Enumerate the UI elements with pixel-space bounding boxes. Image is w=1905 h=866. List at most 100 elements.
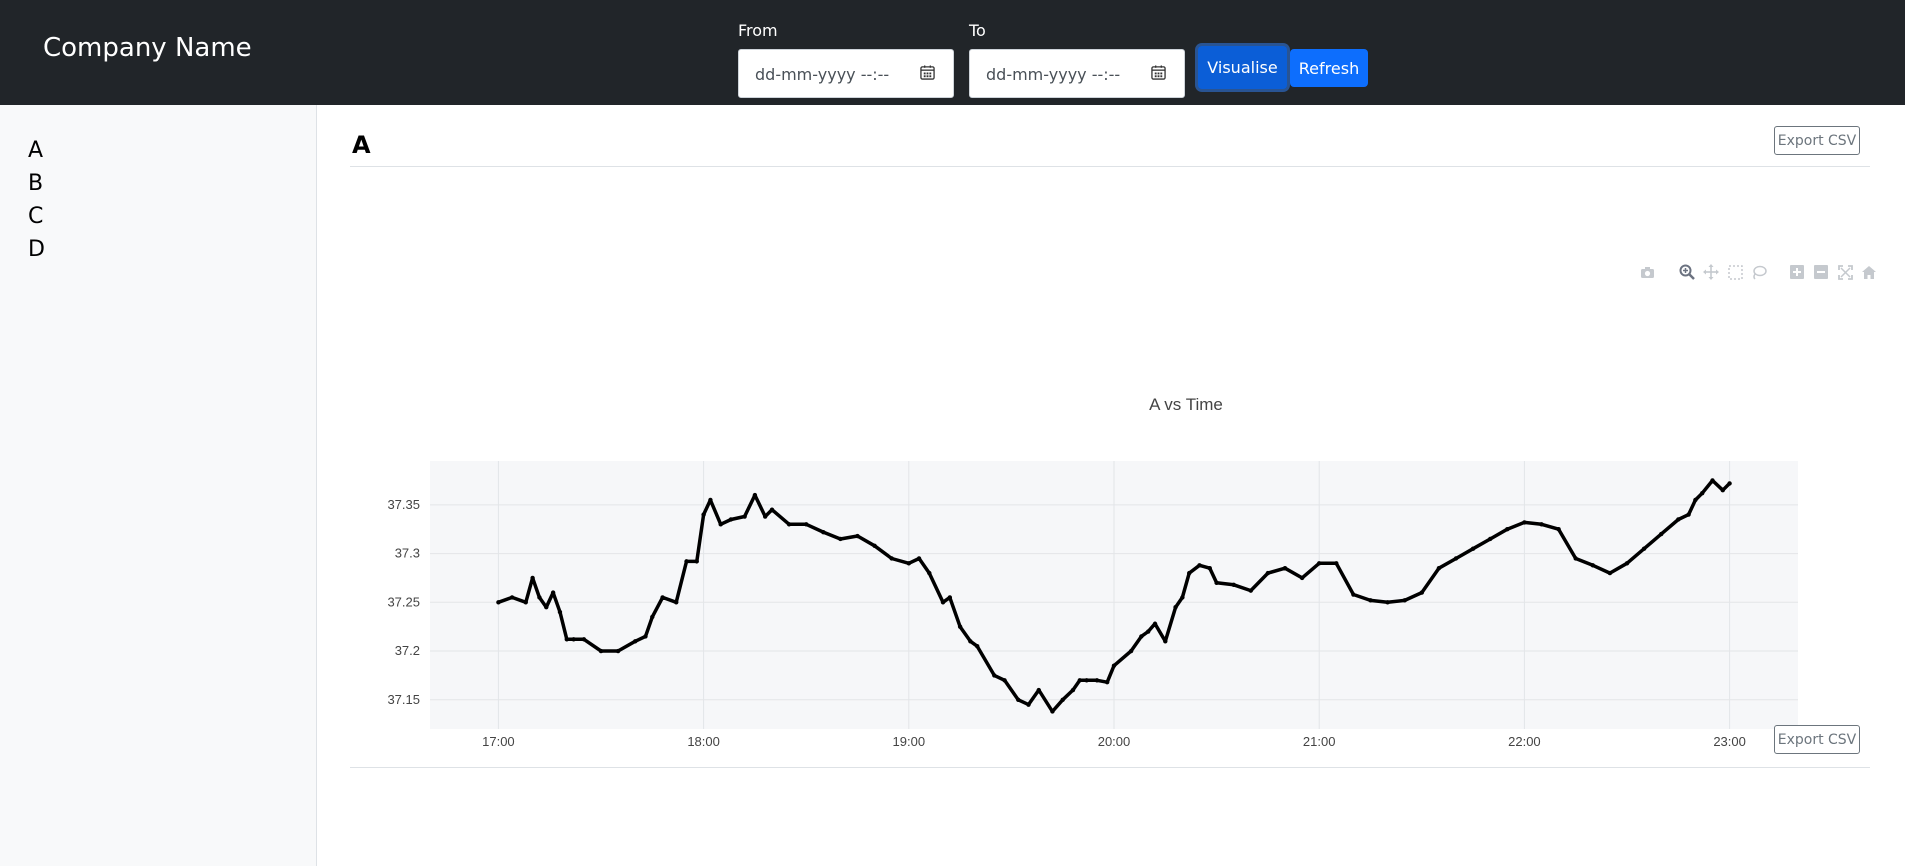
data-point[interactable]: [1248, 588, 1253, 593]
data-point[interactable]: [838, 536, 843, 542]
data-point[interactable]: [1402, 598, 1407, 603]
data-point[interactable]: [1453, 556, 1459, 561]
data-point[interactable]: [940, 600, 946, 605]
data-point[interactable]: [1641, 546, 1647, 551]
to-date-input[interactable]: dd-mm-yyyy --:--: [969, 49, 1185, 98]
calendar-icon[interactable]: [1151, 65, 1166, 80]
data-point[interactable]: [571, 637, 576, 642]
data-point[interactable]: [694, 559, 699, 564]
data-point[interactable]: [1539, 522, 1544, 527]
data-point[interactable]: [1197, 563, 1202, 568]
zoom-icon[interactable]: [1678, 263, 1696, 281]
data-point[interactable]: [674, 600, 679, 605]
data-point[interactable]: [684, 559, 689, 564]
box-select-icon[interactable]: [1726, 263, 1744, 281]
data-point[interactable]: [1104, 680, 1110, 685]
data-point[interactable]: [615, 648, 621, 654]
data-point[interactable]: [1573, 556, 1578, 561]
data-point[interactable]: [1002, 678, 1007, 683]
data-point[interactable]: [537, 595, 542, 600]
refresh-button[interactable]: Refresh: [1290, 49, 1368, 87]
data-point[interactable]: [742, 514, 747, 519]
data-point[interactable]: [769, 507, 775, 512]
data-point[interactable]: [581, 637, 587, 642]
data-point[interactable]: [1146, 629, 1151, 634]
data-point[interactable]: [550, 590, 556, 595]
data-point[interactable]: [1351, 592, 1356, 597]
data-point[interactable]: [1187, 570, 1192, 576]
brand-name[interactable]: Company Name: [43, 33, 252, 63]
data-point[interactable]: [1094, 678, 1100, 683]
sidebar-item-c[interactable]: C: [28, 204, 43, 229]
calendar-icon[interactable]: [920, 65, 935, 80]
export-csv-button[interactable]: Export CSV: [1774, 126, 1860, 155]
data-point[interactable]: [650, 614, 655, 620]
reset-axes-icon[interactable]: [1860, 263, 1878, 281]
data-point[interactable]: [643, 634, 648, 639]
data-point[interactable]: [821, 529, 826, 535]
data-point[interactable]: [1607, 570, 1613, 576]
data-point[interactable]: [1060, 697, 1065, 702]
data-point[interactable]: [927, 570, 932, 576]
data-point[interactable]: [1686, 512, 1691, 517]
data-point[interactable]: [1710, 478, 1715, 483]
data-point[interactable]: [1265, 570, 1271, 576]
data-point[interactable]: [947, 595, 953, 600]
data-point[interactable]: [1368, 598, 1373, 603]
data-point[interactable]: [1128, 648, 1134, 654]
data-point[interactable]: [557, 609, 563, 615]
data-point[interactable]: [496, 600, 501, 605]
data-point[interactable]: [660, 595, 665, 600]
data-point[interactable]: [1231, 582, 1236, 587]
data-point[interactable]: [1026, 702, 1031, 707]
data-point[interactable]: [523, 600, 528, 605]
data-point[interactable]: [1036, 687, 1041, 693]
data-point[interactable]: [1050, 709, 1055, 714]
data-point[interactable]: [1727, 481, 1732, 486]
lasso-icon[interactable]: [1750, 263, 1768, 281]
data-point[interactable]: [872, 543, 877, 548]
data-point[interactable]: [1659, 531, 1664, 537]
data-point[interactable]: [728, 517, 734, 522]
data-point[interactable]: [598, 648, 604, 654]
data-point[interactable]: [1720, 488, 1725, 493]
data-point[interactable]: [1111, 663, 1117, 668]
sidebar-item-a[interactable]: A: [28, 138, 43, 163]
data-point[interactable]: [718, 522, 723, 527]
data-point[interactable]: [530, 575, 535, 581]
data-point[interactable]: [633, 639, 638, 644]
data-point[interactable]: [786, 522, 792, 527]
sidebar-item-b[interactable]: B: [28, 171, 43, 196]
data-point[interactable]: [1077, 678, 1082, 683]
data-point[interactable]: [1317, 561, 1322, 566]
data-point[interactable]: [1700, 490, 1705, 496]
data-point[interactable]: [1070, 687, 1076, 693]
data-point[interactable]: [975, 643, 980, 649]
data-point[interactable]: [1016, 697, 1021, 702]
zoom-out-icon[interactable]: [1812, 263, 1830, 281]
data-point[interactable]: [1624, 561, 1630, 566]
data-point[interactable]: [889, 556, 894, 561]
data-point[interactable]: [708, 497, 713, 503]
data-point[interactable]: [906, 561, 911, 566]
data-point[interactable]: [1173, 604, 1178, 610]
zoom-in-icon[interactable]: [1788, 263, 1806, 281]
data-point[interactable]: [1084, 678, 1089, 683]
data-point[interactable]: [992, 673, 997, 678]
visualise-button[interactable]: Visualise: [1198, 46, 1287, 89]
data-point[interactable]: [564, 637, 569, 642]
line-chart[interactable]: A vs Time 37.1537.237.2537.337.35 17:00 1…: [318, 280, 1905, 810]
data-point[interactable]: [1505, 527, 1510, 532]
data-point[interactable]: [701, 512, 706, 517]
data-point[interactable]: [1139, 634, 1144, 639]
data-point[interactable]: [1152, 621, 1158, 626]
sidebar-item-d[interactable]: D: [28, 237, 45, 262]
data-point[interactable]: [1693, 497, 1698, 503]
data-point[interactable]: [1470, 546, 1476, 551]
data-point[interactable]: [1419, 590, 1425, 595]
data-point[interactable]: [1180, 595, 1185, 600]
data-point[interactable]: [916, 556, 922, 561]
camera-icon[interactable]: [1638, 263, 1656, 281]
data-point[interactable]: [1282, 566, 1288, 571]
data-point[interactable]: [1334, 561, 1339, 566]
